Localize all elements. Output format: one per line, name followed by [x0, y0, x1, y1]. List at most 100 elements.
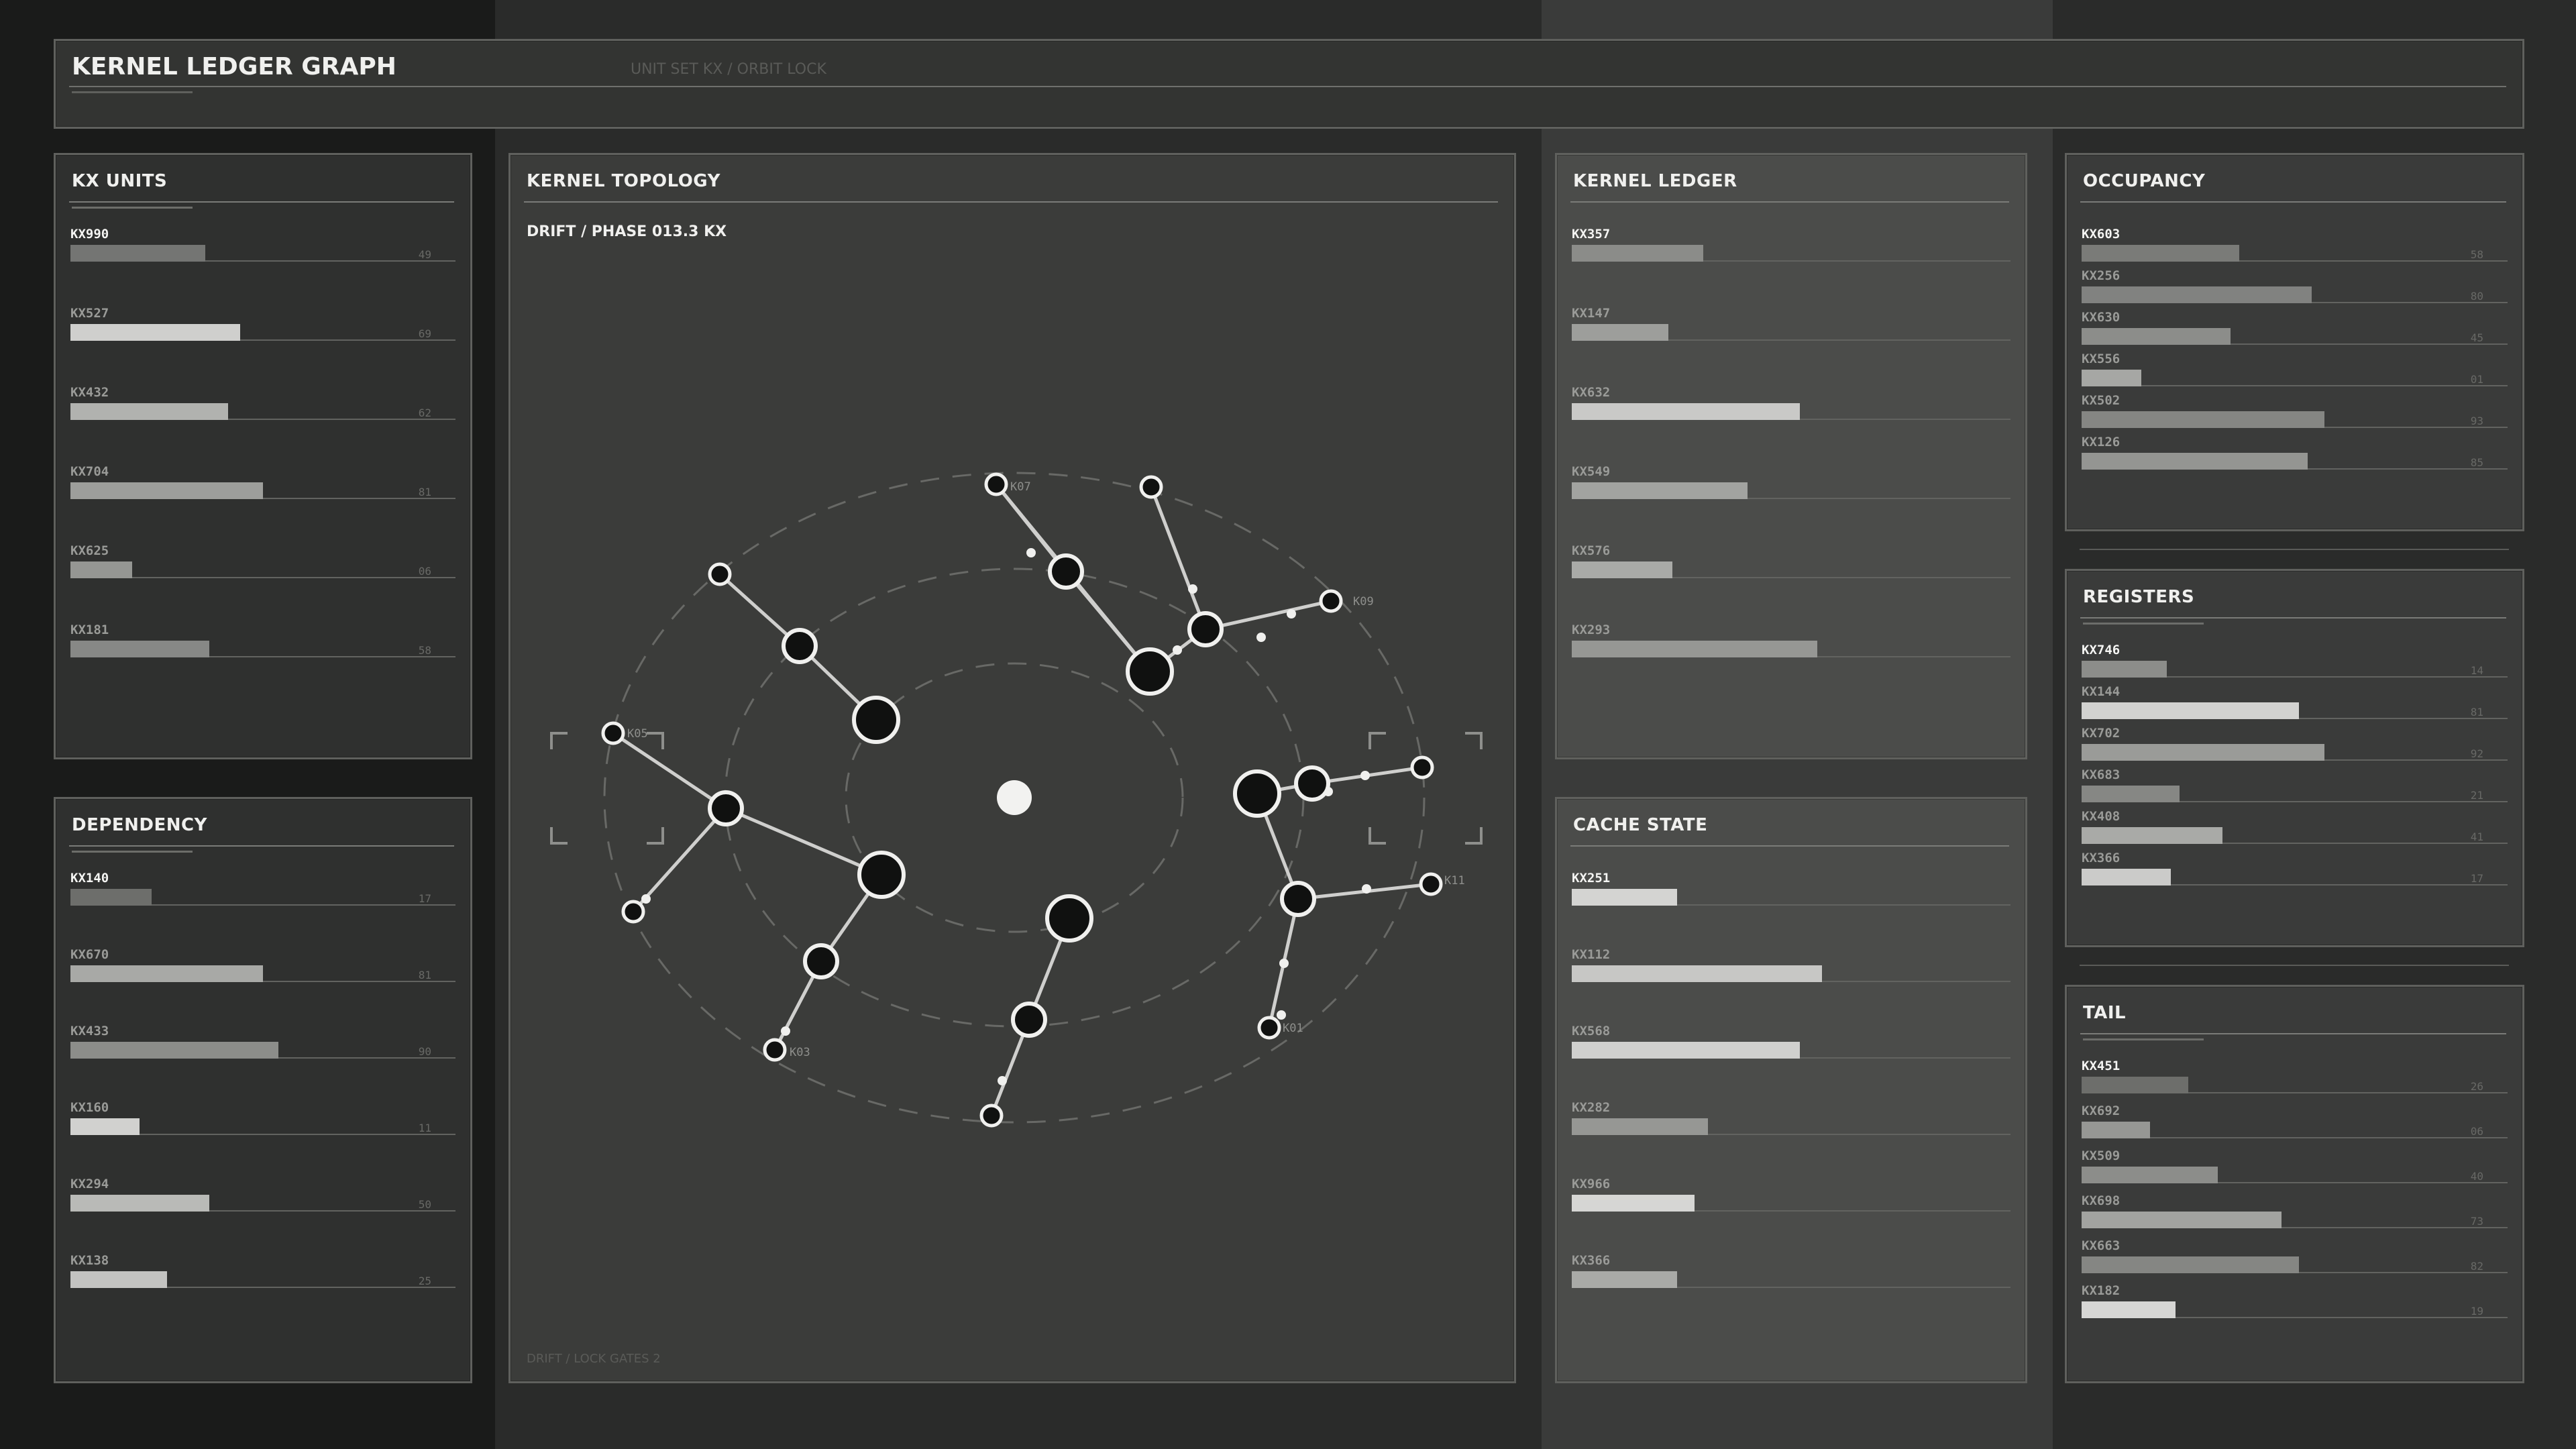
panel-dependency: DEPENDENCY KX140 17 KX670 81 KX433 90 KX160 11 K…	[54, 797, 472, 1383]
panel-title: KERNEL LEDGER	[1573, 171, 1737, 191]
header-accent	[72, 91, 193, 93]
bar-label: KX140	[70, 871, 109, 885]
node-label-k03: K03	[790, 1046, 810, 1059]
title-rule	[2080, 617, 2506, 619]
bar-fill	[1572, 245, 1704, 262]
node-label-k07: K07	[1010, 480, 1031, 494]
node-label-k09: K09	[1353, 595, 1374, 608]
bar-fill	[2082, 1212, 2282, 1228]
bar-fill	[2082, 744, 2324, 761]
panel-kernel-ledger: KERNEL LEDGER KX357 KX147 KX632 KX549 KX576 K…	[1555, 153, 2027, 759]
bar-fill	[2082, 827, 2222, 844]
bar-fill	[70, 1118, 140, 1135]
bar-label: KX527	[70, 306, 109, 321]
bar-label: KX509	[2082, 1148, 2121, 1163]
bar-fill	[2082, 661, 2167, 678]
bar-label: KX625	[70, 543, 109, 558]
panel-title: REGISTERS	[2083, 587, 2195, 607]
bar-fill	[70, 324, 240, 341]
title-accent	[2083, 1038, 2204, 1040]
bar-label: KX432	[70, 385, 109, 400]
bar-label: KX576	[1572, 543, 1611, 558]
bar-label: KX692	[2082, 1104, 2121, 1118]
bar-label: KX126	[2082, 435, 2121, 449]
bar-fill	[70, 1195, 209, 1212]
bar-fill	[70, 561, 132, 578]
bar-fill	[1572, 1195, 1695, 1212]
bar-fill	[1572, 324, 1668, 341]
header-bar: KERNEL LEDGER GRAPH UNIT SET KX / ORBIT …	[54, 39, 2524, 129]
bar-fill	[2082, 328, 2231, 345]
bar-value: 80	[2470, 290, 2483, 303]
bar-label: KX451	[2082, 1059, 2121, 1073]
bar-label: KX630	[2082, 310, 2121, 325]
panel-title: KX UNITS	[72, 171, 168, 191]
bar-row: KX112	[1572, 947, 2010, 985]
bar-value: 93	[2470, 415, 2483, 427]
bar-row: KX698 73	[2082, 1193, 2508, 1231]
bar-label: KX144	[2082, 684, 2121, 699]
bar-label: KX366	[2082, 851, 2121, 865]
panel-cache-state: CACHE STATE KX251 KX112 KX568 KX282 KX966 KX3…	[1555, 797, 2027, 1383]
bar-label: KX251	[1572, 871, 1611, 885]
panel-registers: REGISTERS KX746 14 KX144 81 KX702 92 KX683 21 KX…	[2065, 569, 2524, 947]
title-rule	[69, 201, 454, 203]
bar-value: 19	[2470, 1305, 2483, 1318]
bar-fill	[70, 482, 263, 499]
bar-value: 90	[418, 1045, 431, 1058]
bar-row: KX144 81	[2082, 684, 2508, 722]
panel-title: CACHE STATE	[1573, 815, 1708, 835]
bar-row: KX140 17	[70, 871, 455, 908]
bar-value: 85	[2470, 456, 2483, 469]
bar-label: KX704	[70, 464, 109, 479]
panel-kernel-topology: KERNEL TOPOLOGY DRIFT / PHASE 013.3 KX D…	[508, 153, 1516, 1383]
bar-value: 81	[418, 486, 431, 498]
bar-value: 17	[418, 892, 431, 905]
bar-label: KX408	[2082, 809, 2121, 824]
bar-value: 14	[2470, 664, 2483, 677]
bar-label: KX746	[2082, 643, 2121, 657]
bar-fill	[2082, 702, 2299, 719]
bar-row: KX160 11	[70, 1100, 455, 1138]
bar-row: KX502 93	[2082, 393, 2508, 431]
bar-value: 06	[2470, 1125, 2483, 1138]
bar-row: KX568	[1572, 1024, 2010, 1061]
bar-row: KX432 62	[70, 385, 455, 423]
bar-fill	[2082, 411, 2324, 428]
bar-row: KX966	[1572, 1177, 2010, 1214]
bar-row: KX704 81	[70, 464, 455, 502]
bar-fill	[1572, 889, 1677, 906]
bar-label: KX502	[2082, 393, 2121, 408]
bar-fill	[2082, 286, 2312, 303]
bar-label: KX181	[70, 623, 109, 637]
bar-label: KX147	[1572, 306, 1611, 321]
lock-bracket-right	[1368, 732, 1483, 845]
bar-row: KX294 50	[70, 1177, 455, 1214]
bar-label: KX293	[1572, 623, 1611, 637]
bar-row: KX692 06	[2082, 1104, 2508, 1141]
bar-fill	[1572, 1042, 1801, 1059]
bar-row: KX126 85	[2082, 435, 2508, 472]
bar-fill	[1572, 1118, 1708, 1135]
bar-value: 41	[2470, 830, 2483, 843]
bar-fill	[1572, 1271, 1677, 1288]
bar-label: KX632	[1572, 385, 1611, 400]
bar-value: 69	[418, 327, 431, 340]
bar-label: KX683	[2082, 767, 2121, 782]
bar-value: 25	[418, 1275, 431, 1287]
bar-label: KX556	[2082, 352, 2121, 366]
bar-value: 21	[2470, 789, 2483, 802]
bar-row: KX433 90	[70, 1024, 455, 1061]
bar-row: KX746 14	[2082, 643, 2508, 680]
bar-label: KX990	[70, 227, 109, 241]
bar-row: KX256 80	[2082, 268, 2508, 306]
bar-label: KX433	[70, 1024, 109, 1038]
bar-label: KX698	[2082, 1193, 2121, 1208]
bar-row: KX282	[1572, 1100, 2010, 1138]
bar-value: 73	[2470, 1215, 2483, 1228]
panel-title: OCCUPANCY	[2083, 171, 2206, 191]
bar-value: 06	[418, 565, 431, 578]
bar-row: KX366 17	[2082, 851, 2508, 888]
bar-row: KX663 82	[2082, 1238, 2508, 1276]
bar-value: 01	[2470, 373, 2483, 386]
